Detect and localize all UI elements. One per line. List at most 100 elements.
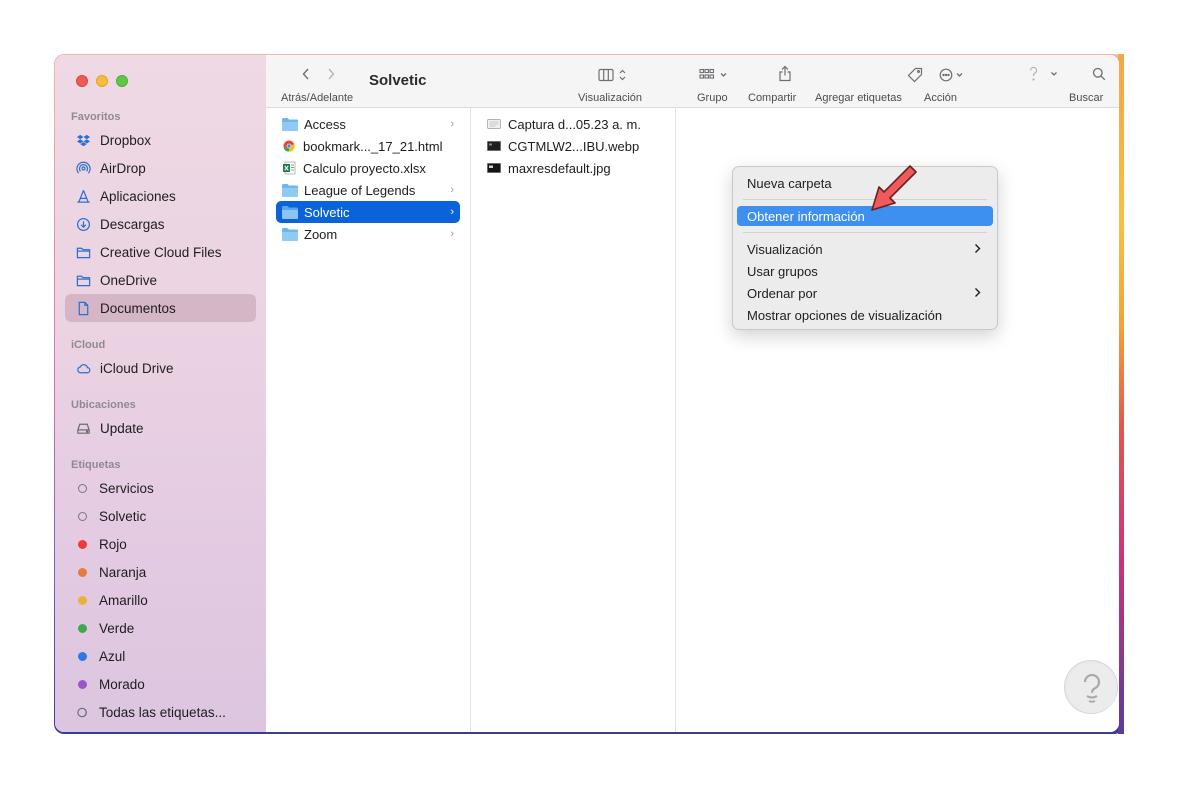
menu-item-use-groups[interactable]: Usar grupos [737, 261, 993, 281]
sidebar-tag-solvetic[interactable]: Solvetic [65, 502, 256, 530]
close-window-button[interactable] [76, 75, 88, 87]
sidebar-tag-servicios[interactable]: Servicios [65, 474, 256, 502]
annotation-arrow-icon [871, 165, 917, 211]
group-label: Grupo [697, 92, 728, 104]
sidebar-item-label: Morado [99, 676, 145, 692]
sidebar-item-applications[interactable]: Aplicaciones [65, 182, 256, 210]
tag-blue-dot-icon [78, 651, 87, 661]
folder-icon [282, 117, 298, 131]
list-item-league-of-legends[interactable]: League of Legends › [276, 179, 460, 201]
list-item-solvetic[interactable]: Solvetic › [276, 201, 460, 223]
list-item-zoom[interactable]: Zoom › [276, 223, 460, 245]
sidebar-tag-naranja[interactable]: Naranja [65, 558, 256, 586]
sidebar-tag-verde[interactable]: Verde [65, 614, 256, 642]
tag-purple-dot-icon [78, 679, 87, 689]
menu-item-view[interactable]: Visualización [737, 239, 993, 259]
menu-item-label: Ordenar por [747, 285, 818, 301]
sidebar-item-label: Solvetic [99, 508, 147, 524]
folder-icon [282, 205, 298, 219]
sidebar-tag-amarillo[interactable]: Amarillo [65, 586, 256, 614]
sidebar-item-icloud-drive[interactable]: iCloud Drive [65, 354, 256, 382]
chevron-right-icon: › [450, 228, 454, 240]
sidebar-item-documents[interactable]: Documentos [65, 294, 256, 322]
chevron-right-icon: › [450, 184, 454, 196]
menu-item-sort-by[interactable]: Ordenar por [737, 283, 993, 303]
sidebar-tag-azul[interactable]: Azul [65, 642, 256, 670]
list-item-calculo-xlsx[interactable]: Calculo proyecto.xlsx [276, 157, 460, 179]
sidebar-item-downloads[interactable]: Descargas [65, 210, 256, 238]
menu-item-label: Obtener información [747, 208, 865, 224]
chevron-right-icon: › [450, 118, 454, 130]
list-item-bookmark-html[interactable]: bookmark..._17_21.html [276, 135, 460, 157]
sidebar-tag-rojo[interactable]: Rojo [65, 530, 256, 558]
search-icon[interactable] [1092, 67, 1106, 81]
add-tags-label: Agregar etiquetas [815, 92, 902, 104]
sidebar: Favoritos Dropbox AirDrop Aplicaciones D… [55, 55, 266, 732]
sidebar-tag-morado[interactable]: Morado [65, 670, 256, 698]
back-forward-label: Atrás/Adelante [281, 92, 354, 104]
finder-window: Favoritos Dropbox AirDrop Aplicaciones D… [55, 55, 1119, 732]
file-name: Zoom [304, 226, 338, 242]
list-item-maxresdefault-jpg[interactable]: maxresdefault.jpg [481, 157, 665, 179]
sidebar-item-label: Azul [99, 648, 126, 664]
list-item-captura[interactable]: Captura d...05.23 a. m. [481, 113, 665, 135]
sidebar-item-label: Todas las etiquetas... [99, 704, 226, 720]
sidebar-item-airdrop[interactable]: AirDrop [65, 154, 256, 182]
sidebar-item-label: Documentos [100, 300, 176, 316]
dropbox-icon [75, 132, 91, 148]
group-icon[interactable] [699, 68, 731, 82]
list-item-access[interactable]: Access › [276, 113, 460, 135]
file-name: CGTMLW2...IBU.webp [508, 138, 640, 154]
share-icon[interactable] [778, 65, 792, 82]
help-icon[interactable] [1027, 66, 1059, 82]
folder-icon [282, 227, 298, 241]
column-documents: Access › bookmark..._17_21.html Calculo … [266, 108, 471, 732]
document-icon [75, 300, 91, 316]
watermark-logo [1064, 660, 1118, 714]
view-label: Visualización [578, 92, 643, 104]
list-item-cgtmlw2-webp[interactable]: CGTMLW2...IBU.webp [481, 135, 665, 157]
tag-icon[interactable] [907, 67, 923, 83]
column-solvetic: Captura d...05.23 a. m. CGTMLW2...IBU.we… [471, 108, 676, 732]
column-view-icon[interactable] [598, 68, 632, 82]
tags-header: Etiquetas [71, 459, 121, 471]
file-name: Solvetic [304, 204, 350, 220]
back-arrow-icon[interactable] [301, 67, 311, 81]
zoom-window-button[interactable] [116, 75, 128, 87]
minimize-window-button[interactable] [96, 75, 108, 87]
menu-item-show-view-options[interactable]: Mostrar opciones de visualización [737, 305, 993, 325]
sidebar-item-label: Servicios [99, 480, 154, 496]
sidebar-item-label: Verde [99, 620, 135, 636]
screenshot-stage: Favoritos Dropbox AirDrop Aplicaciones D… [0, 0, 1178, 789]
locations-header: Ubicaciones [71, 399, 136, 411]
sidebar-item-update[interactable]: Update [65, 414, 256, 442]
tag-green-dot-icon [78, 623, 87, 633]
sidebar-item-label: OneDrive [100, 272, 158, 288]
sidebar-item-label: Descargas [100, 216, 165, 232]
menu-item-label: Mostrar opciones de visualización [747, 307, 943, 323]
applications-icon [75, 188, 91, 204]
sidebar-item-onedrive[interactable]: OneDrive [65, 266, 256, 294]
disk-icon [75, 420, 91, 436]
sidebar-all-tags[interactable]: Todas las etiquetas... [65, 698, 256, 726]
sidebar-item-label: Naranja [99, 564, 147, 580]
sidebar-item-dropbox[interactable]: Dropbox [65, 126, 256, 154]
action-label: Acción [924, 92, 958, 104]
folder-icon [75, 272, 91, 288]
downloads-icon [75, 216, 91, 232]
sidebar-item-label: Rojo [99, 536, 127, 552]
tag-red-dot-icon [78, 539, 87, 549]
file-name: maxresdefault.jpg [508, 160, 611, 176]
tag-orange-dot-icon [78, 567, 87, 577]
file-name: Captura d...05.23 a. m. [508, 116, 641, 132]
sidebar-item-creative-cloud-files[interactable]: Creative Cloud Files [65, 238, 256, 266]
forward-arrow-icon[interactable] [326, 67, 336, 81]
file-name: Access [304, 116, 346, 132]
tag-empty-icon [78, 483, 87, 493]
file-name: bookmark..._17_21.html [303, 138, 443, 154]
action-icon[interactable] [939, 68, 969, 82]
screenshot-file-icon [487, 117, 501, 131]
cloud-icon [75, 360, 91, 376]
search-label: Buscar [1069, 92, 1104, 104]
toolbar: Atrás/Adelante Solvetic Visualización Gr… [266, 55, 1119, 108]
